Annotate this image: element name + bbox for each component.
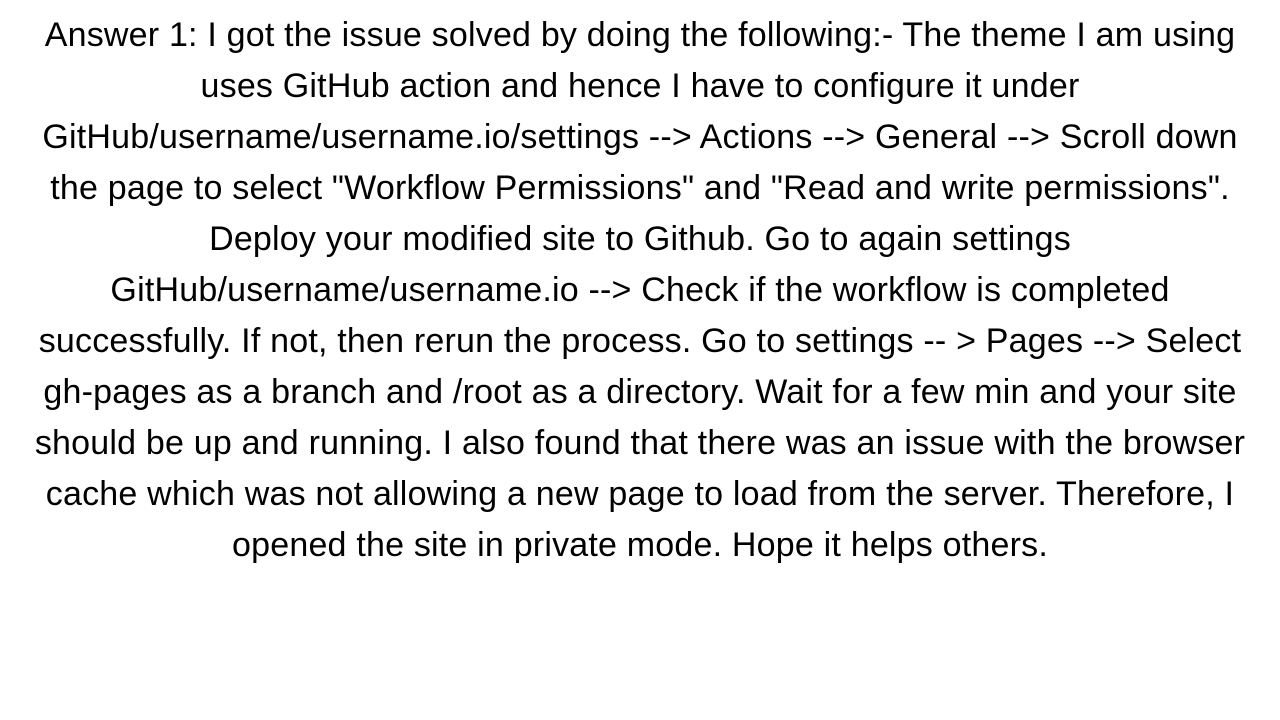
answer-body: Answer 1: I got the issue solved by doin… [0, 0, 1280, 571]
